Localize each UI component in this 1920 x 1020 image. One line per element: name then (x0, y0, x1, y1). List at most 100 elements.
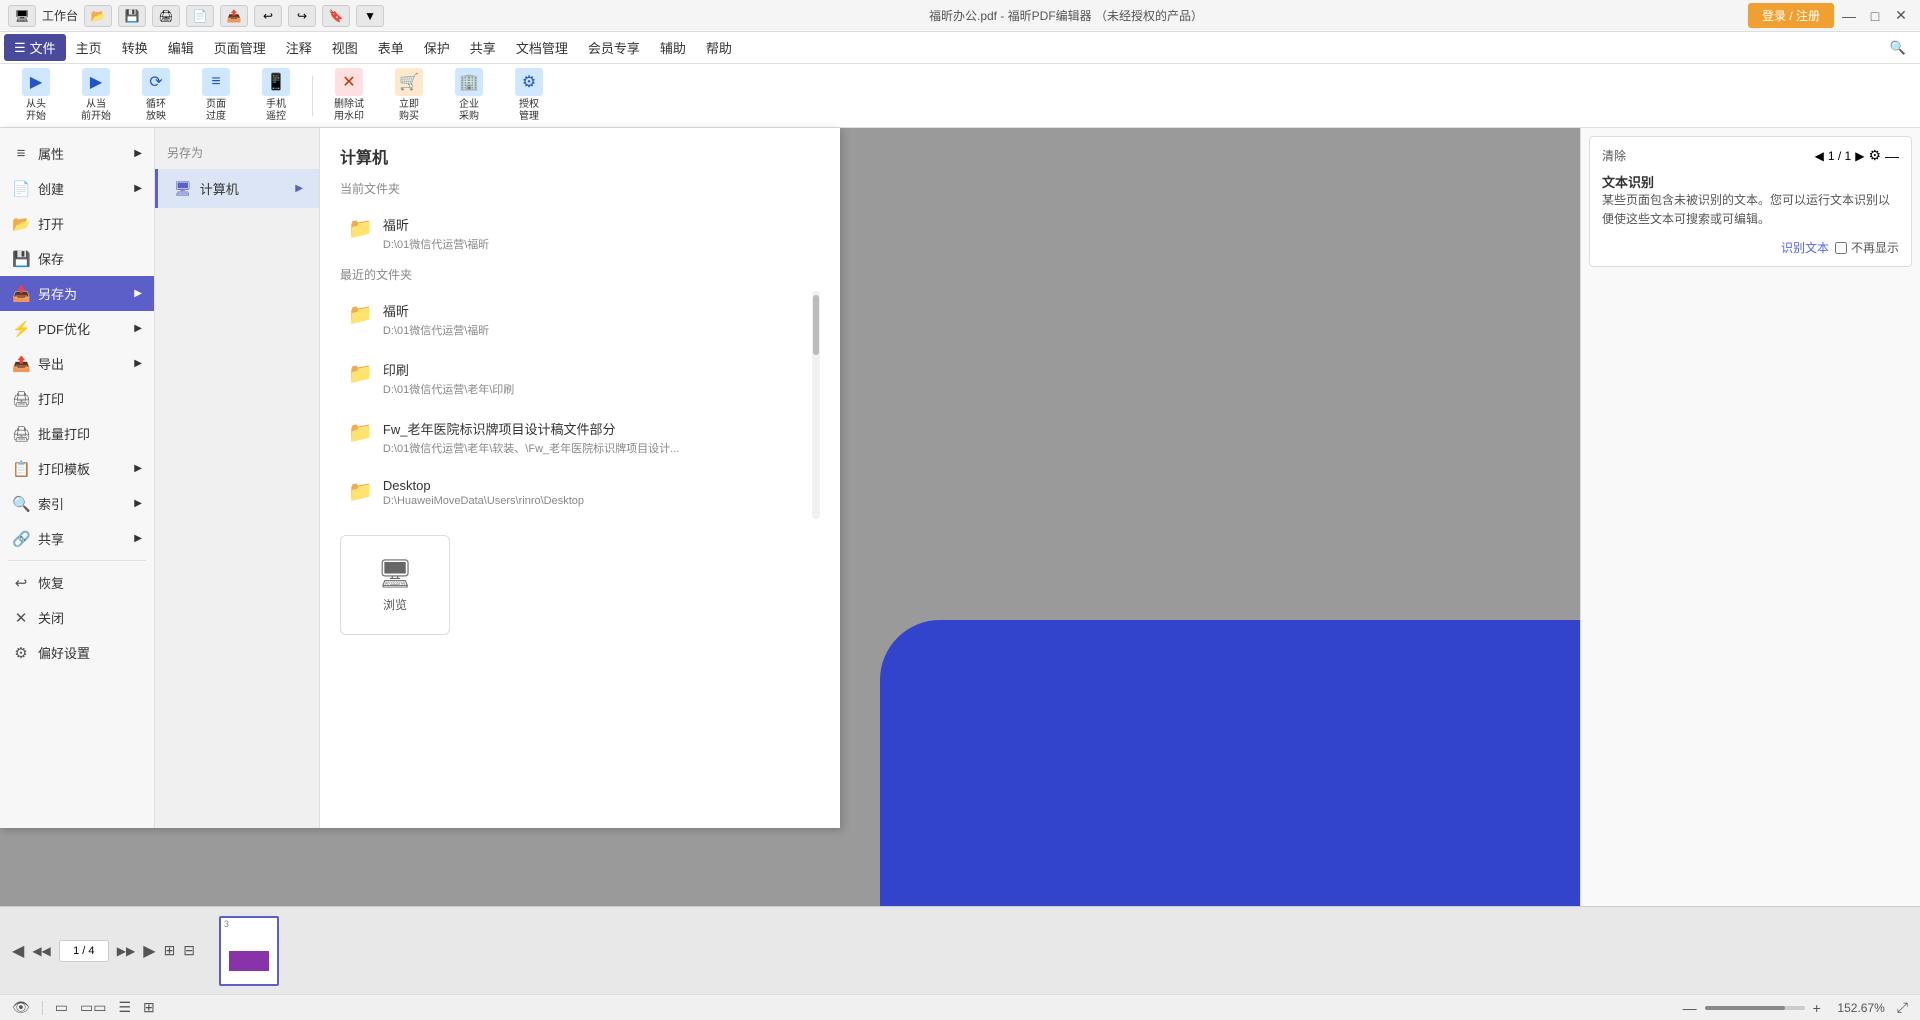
close-btn[interactable]: ✕ (1890, 5, 1912, 27)
toolbar-from-start[interactable]: ▶ 从头开始 (8, 68, 64, 124)
status-double-page[interactable]: ▭▭ (80, 999, 106, 1016)
titlebar: 🖥 工作台 📂 💾 🖨 📄 📤 ↩ ↪ 🔖 ▼ 福昕办公.pdf - 福昕PDF… (0, 0, 1920, 32)
toolbar-loop[interactable]: ⟳ 循环放映 (128, 68, 184, 124)
scan-btn[interactable]: 📄 (186, 5, 214, 27)
ocr-next-btn[interactable]: ▶ (1855, 149, 1864, 163)
zoom-plus-btn[interactable]: + (1813, 1000, 1821, 1016)
ocr-settings-btn[interactable]: ⚙ (1868, 147, 1881, 164)
status-continuous[interactable]: ☰ (118, 999, 131, 1016)
toolbar-from-current[interactable]: ▶ 从当前开始 (68, 68, 124, 124)
toolbar: ▶ 从头开始 ▶ 从当前开始 ⟳ 循环放映 ≡ 页面过度 📱 手机遥控 ✕ 删除… (0, 64, 1920, 128)
sidebar-item-preferences[interactable]: ⚙ 偏好设置 (0, 635, 154, 670)
thumb-last-btn[interactable]: ▶ (143, 941, 155, 961)
stamp-btn[interactable]: 🔖 (322, 5, 350, 27)
print-label: 打印 (38, 389, 64, 408)
sidebar-item-print[interactable]: 🖨 打印 (0, 381, 154, 416)
browser-title: 计算机 (340, 144, 820, 168)
sidebar-item-share[interactable]: 🔗 共享 ▶ (0, 521, 154, 556)
search-btn[interactable]: 🔍 (1880, 36, 1916, 60)
toolbar-phone[interactable]: 📱 手机遥控 (248, 68, 304, 124)
recent-folder-item-0[interactable]: 📁 福昕 D:\01微信代运营\福昕 (340, 291, 812, 348)
toolbar-delete-watermark[interactable]: ✕ 删除试用水印 (321, 68, 377, 124)
toolbar-buy[interactable]: 🛒 立即购买 (381, 68, 437, 124)
undo-btn[interactable]: ↩ (254, 5, 282, 27)
menu-item-form[interactable]: 表单 (368, 34, 414, 61)
sidebar-item-template[interactable]: 📋 打印模板 ▶ (0, 451, 154, 486)
folder-info-0: 福昕 D:\01微信代运营\福昕 (383, 215, 489, 252)
print-icon: 🖨 (12, 390, 30, 408)
ocr-page-info: 1 / 1 (1828, 149, 1851, 163)
fit-page-btn[interactable]: ⤢ (1897, 999, 1908, 1016)
menu-item-home[interactable]: 主页 (66, 34, 112, 61)
thumb-copy-btn[interactable]: ⊞ (164, 942, 176, 959)
pref-label: 偏好设置 (38, 643, 90, 662)
scrollbar-thumb[interactable] (813, 295, 819, 355)
auth-icon: ⚙ (515, 68, 543, 96)
thumb-prev-btn[interactable]: ◀ (12, 941, 24, 961)
menu-item-edit[interactable]: 编辑 (158, 34, 204, 61)
export-label: 导出 (38, 354, 64, 373)
toolbar-enterprise[interactable]: 🏢 企业采购 (441, 68, 497, 124)
sidebar-item-create[interactable]: 📄 创建 ▶ (0, 171, 154, 206)
toolbar-auth[interactable]: ⚙ 授权管理 (501, 68, 557, 124)
status-single-page[interactable]: ▭ (55, 999, 68, 1016)
recent-folder-item-3[interactable]: 📁 Desktop D:\HuaweiMoveData\Users\rinro\… (340, 468, 812, 517)
ocr-title: 文本识别 (1602, 172, 1899, 191)
folder-scrollbar[interactable] (812, 291, 820, 519)
ocr-prev-btn[interactable]: ◀ (1815, 149, 1824, 163)
down-btn[interactable]: ▼ (356, 5, 384, 27)
thumb-next-btn[interactable]: ▶▶ (117, 944, 135, 958)
print-btn[interactable]: 🖨 (152, 5, 180, 27)
status-thumb-view[interactable]: ⊞ (143, 999, 155, 1016)
sidebar-item-open[interactable]: 📂 打开 (0, 206, 154, 241)
no-show-checkbox[interactable] (1835, 242, 1847, 254)
thumb-add-btn[interactable]: ⊟ (183, 942, 195, 959)
workbench-btn[interactable]: 🖥 (8, 5, 36, 27)
maximize-btn[interactable]: □ (1864, 5, 1886, 27)
recent-folder-item-2[interactable]: 📁 Fw_老年医院标识牌项目设计稿文件部分 D:\01微信代运营\老年\软装、\… (340, 409, 812, 466)
sidebar-item-batch-print[interactable]: 🖨 批量打印 (0, 416, 154, 451)
open-file-btn[interactable]: 📂 (84, 5, 112, 27)
browse-icon: 🖥 (377, 557, 413, 590)
menu-item-file[interactable]: ☰ 文件 (4, 34, 66, 61)
sidebar-item-close[interactable]: ✕ 关闭 (0, 600, 154, 635)
sidebar-item-export[interactable]: 📤 导出 ▶ (0, 346, 154, 381)
login-btn[interactable]: 登录 / 注册 (1748, 3, 1834, 28)
toolbar-page-trans[interactable]: ≡ 页面过度 (188, 68, 244, 124)
create-arrow: ▶ (134, 183, 142, 194)
clear-btn[interactable]: 清除 (1602, 147, 1626, 164)
ocr-close-btn[interactable]: — (1885, 148, 1899, 164)
menu-item-share[interactable]: 共享 (460, 34, 506, 61)
menu-item-docs[interactable]: 文档管理 (506, 34, 578, 61)
page-input[interactable] (59, 940, 109, 962)
save-option-computer[interactable]: 🖥 计算机 ▶ (155, 169, 319, 208)
zoom-slider[interactable] (1705, 1006, 1805, 1010)
thumb-first-btn[interactable]: ◀◀ (32, 944, 50, 958)
sidebar-item-index[interactable]: 🔍 索引 ▶ (0, 486, 154, 521)
thumb-item-3[interactable]: 3 (219, 916, 279, 986)
ocr-link[interactable]: 识别文本 (1781, 239, 1829, 256)
save-btn[interactable]: 💾 (118, 5, 146, 27)
sidebar-item-save[interactable]: 💾 保存 (0, 241, 154, 276)
sidebar-item-pdfopt[interactable]: ⚡ PDF优化 ▶ (0, 311, 154, 346)
browse-btn[interactable]: 🖥 浏览 (340, 535, 450, 635)
sidebar-item-properties[interactable]: ≡ 属性 ▶ (0, 136, 154, 171)
menu-item-vip[interactable]: 会员专享 (578, 34, 650, 61)
export-btn[interactable]: 📤 (220, 5, 248, 27)
menu-item-assist[interactable]: 辅助 (650, 34, 696, 61)
status-eye-btn[interactable]: 👁 (12, 999, 30, 1016)
menu-item-page[interactable]: 页面管理 (204, 34, 276, 61)
zoom-minus-btn[interactable]: — (1683, 1000, 1697, 1016)
menu-item-comment[interactable]: 注释 (276, 34, 322, 61)
redo-btn[interactable]: ↪ (288, 5, 316, 27)
menu-item-help[interactable]: 帮助 (696, 34, 742, 61)
sidebar-item-saveas[interactable]: 📥 另存为 ▶ (0, 276, 154, 311)
sidebar-item-recover[interactable]: ↩ 恢复 (0, 565, 154, 600)
menu-item-view[interactable]: 视图 (322, 34, 368, 61)
recent-folder-item-1[interactable]: 📁 印刷 D:\01微信代运营\老年\印刷 (340, 350, 812, 407)
current-folder-item-0[interactable]: 📁 福昕 D:\01微信代运营\福昕 (340, 205, 820, 262)
minimize-btn[interactable]: — (1838, 5, 1860, 27)
menu-item-convert[interactable]: 转换 (112, 34, 158, 61)
menu-item-protect[interactable]: 保护 (414, 34, 460, 61)
phone-icon: 📱 (262, 68, 290, 96)
